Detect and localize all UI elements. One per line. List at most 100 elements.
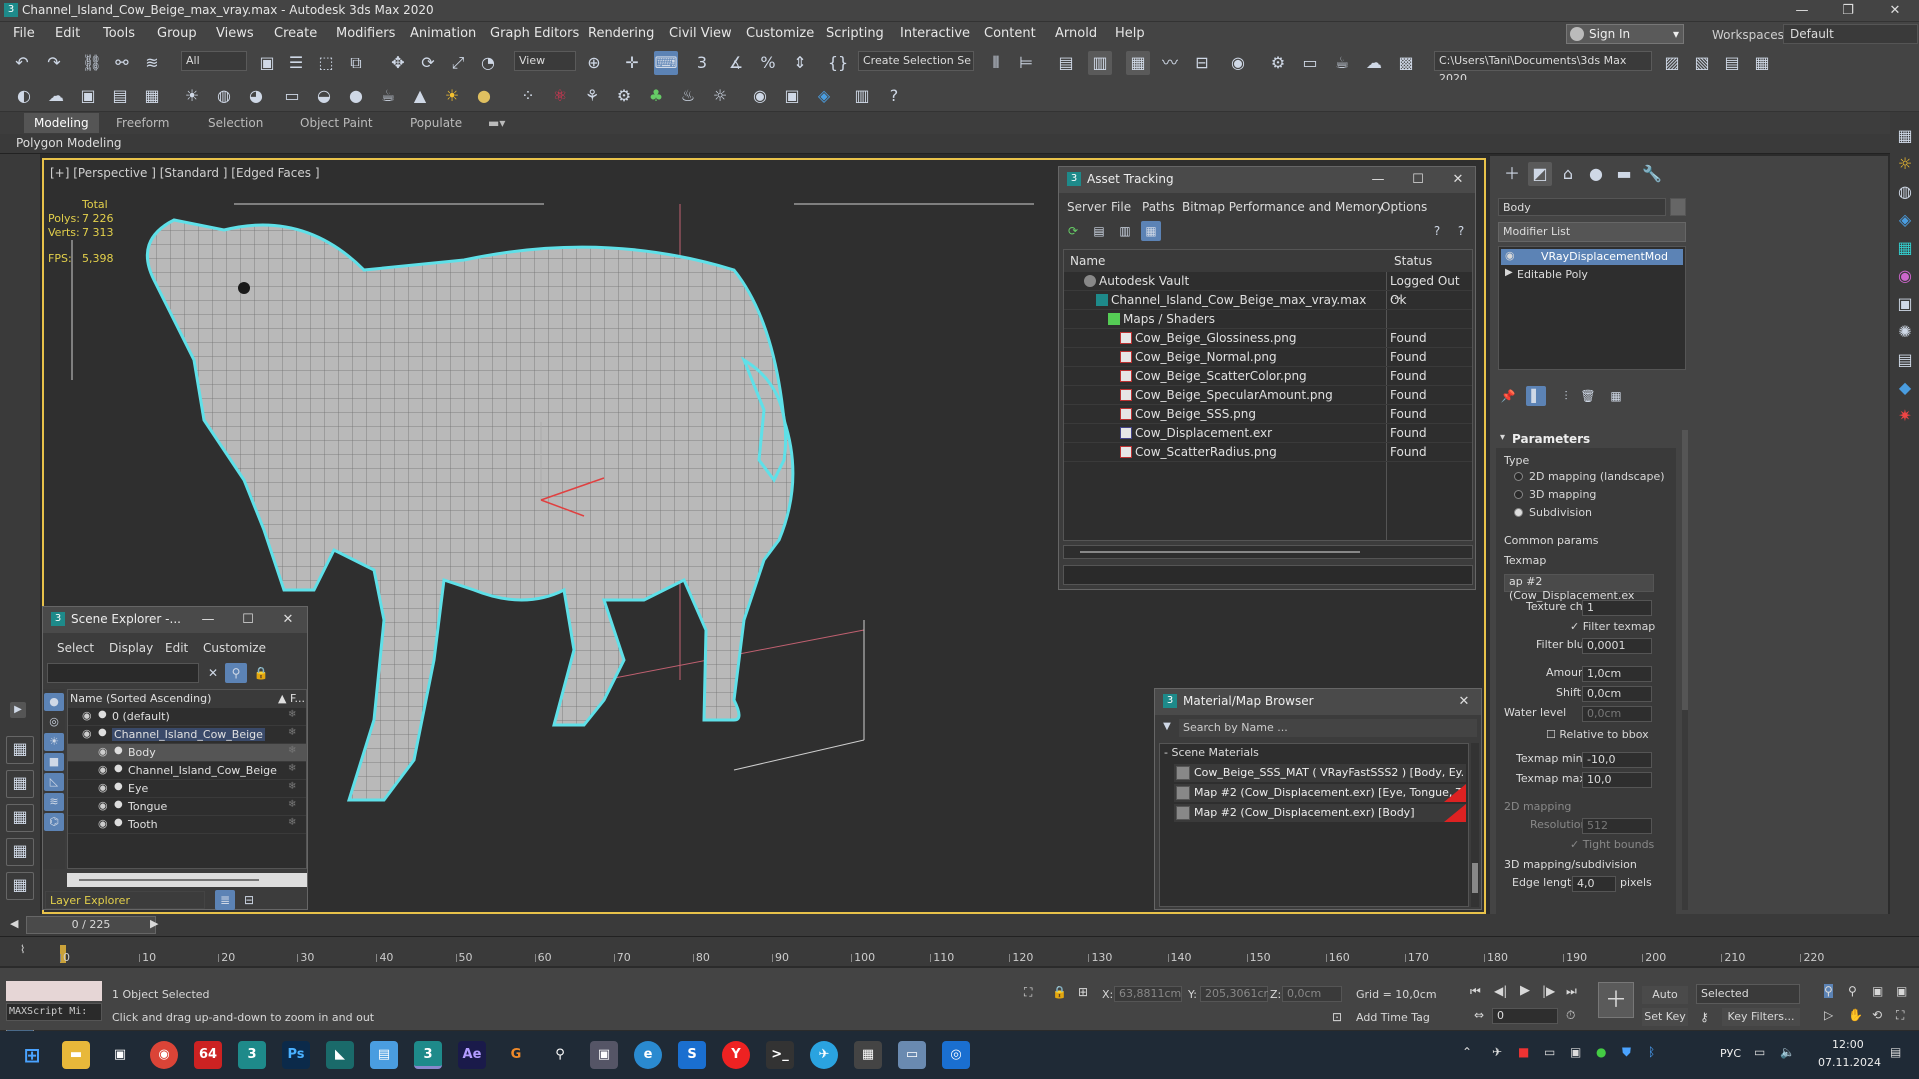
layer-options-icon[interactable]: ⊟ (239, 890, 259, 910)
texmap-min-spinner[interactable]: -10,0 (1582, 752, 1652, 768)
tree-view-icon[interactable]: ▥ (1115, 221, 1135, 241)
close-button[interactable]: ✕ (1449, 691, 1479, 713)
material-editor-icon[interactable]: ◉ (1226, 51, 1250, 75)
current-frame-field[interactable]: 0 (1492, 1008, 1558, 1024)
material-v-scrollbar[interactable] (1471, 743, 1479, 907)
tree-item[interactable]: ◉ ● Channel_Island_Cow_Beige ❄ (68, 762, 306, 780)
key-selection-dropdown[interactable]: Selected (1696, 984, 1800, 1004)
column-name[interactable]: Name (Sorted Ascending) (70, 692, 211, 705)
layer-toggle-icon[interactable]: ≣ (215, 890, 235, 910)
table-row[interactable]: Cow_Beige_Normal.png Found (1064, 348, 1472, 367)
tray-bluetooth-icon[interactable]: ᛒ (1648, 1045, 1655, 1059)
pivot-icon[interactable]: ⊕ (582, 51, 606, 75)
menu-content[interactable]: Content (984, 26, 1036, 41)
chrome-icon[interactable]: ◉ (150, 1041, 178, 1069)
scene-search-input[interactable] (47, 663, 199, 683)
scene-materials-group[interactable]: - Scene Materials (1164, 746, 1259, 759)
make-unique-icon[interactable]: ⫶ (1556, 386, 1576, 406)
maxscript-label[interactable]: MAXScript Mi: (6, 1003, 102, 1021)
zoom-extents-all-icon[interactable]: ▣ (1896, 984, 1907, 998)
calculator-icon[interactable]: ▦ (854, 1041, 882, 1069)
material-item[interactable]: Map #2 (Cow_Displacement.exr) [Eye, Tong… (1174, 784, 1466, 802)
edit-named-sets-icon[interactable]: {} (826, 51, 850, 75)
panel-v-scrollbar[interactable] (1682, 430, 1688, 910)
menu-file[interactable]: File (1111, 200, 1131, 214)
object-name-field[interactable]: Body (1498, 198, 1666, 216)
atom-icon[interactable]: ⚘ (580, 84, 604, 108)
telegram-icon[interactable]: ✈ (810, 1041, 838, 1069)
table-row[interactable]: Cow_Displacement.exr Found (1064, 424, 1472, 443)
menu-bitmap-performance[interactable]: Bitmap Performance and Memory (1182, 200, 1384, 214)
hierarchy-tab-icon[interactable]: ⌂ (1556, 162, 1580, 186)
menu-group[interactable]: Group (157, 26, 197, 41)
curve-editor-icon[interactable]: 〰 (1158, 51, 1182, 75)
polygon-modeling-label[interactable]: Polygon Modeling (16, 136, 122, 150)
keyboard-shortcut-icon[interactable]: ⌨ (654, 51, 678, 75)
selection-filter-dropdown[interactable]: All (181, 51, 247, 71)
eye-icon[interactable]: ◉ (98, 745, 108, 758)
network-icon[interactable]: ▭ (1754, 1045, 1765, 1059)
tree-item[interactable]: ◉ ● Tooth ❄ (68, 816, 306, 834)
column-flags[interactable]: ▲ F... (278, 692, 305, 705)
auto-key-button[interactable]: Auto Key (1642, 986, 1688, 1019)
pan-icon[interactable]: ✋ (1848, 1008, 1863, 1022)
menu-arnold[interactable]: Arnold (1055, 26, 1097, 41)
checker-icon[interactable]: ▦ (1893, 124, 1917, 148)
menu-paths[interactable]: Paths (1142, 200, 1175, 214)
viewport-layout-tab-3[interactable]: ▦ (6, 804, 34, 832)
select-object-icon[interactable]: ▣ (255, 51, 279, 75)
menu-tools[interactable]: Tools (103, 26, 135, 41)
scene-h-scrollbar[interactable] (67, 873, 307, 887)
maximize-button[interactable]: ❐ (1825, 0, 1871, 22)
notifications-icon[interactable]: ▤ (1890, 1045, 1901, 1059)
expand-arrow-icon[interactable]: ▶ (1505, 267, 1513, 278)
play-icon[interactable]: ▶ (1520, 983, 1530, 998)
table-row[interactable]: Cow_Beige_Glossiness.png Found (1064, 329, 1472, 348)
minimize-button[interactable]: — (193, 609, 223, 631)
viewport-layout-tab-1[interactable]: ▦ (6, 736, 34, 764)
close-button[interactable]: ✕ (273, 609, 303, 631)
render-production-icon[interactable]: ☕ (1330, 51, 1354, 75)
rendered-frame-icon[interactable]: ▭ (1298, 51, 1322, 75)
unlink-icon[interactable]: ⚯ (110, 51, 134, 75)
table-row[interactable]: Cow_Beige_ScatterColor.png Found (1064, 367, 1472, 386)
asset-tracking-header[interactable]: 3 Asset Tracking — ☐ ✕ (1059, 167, 1475, 193)
menu-customize[interactable]: Customize (203, 641, 266, 655)
tab-freeform[interactable]: Freeform (116, 116, 169, 130)
task-view-icon[interactable]: ▣ (106, 1041, 134, 1069)
eye-icon[interactable]: ◉ (82, 709, 92, 722)
menu-edit[interactable]: Edit (55, 26, 80, 41)
eye-icon[interactable]: ◉ (98, 781, 108, 794)
freeze-icon[interactable]: ❄ (288, 709, 296, 720)
radio-2d-mapping[interactable]: 2D mapping (landscape) (1514, 470, 1665, 483)
calculator-icon[interactable]: ▤ (108, 84, 132, 108)
select-manipulate-icon[interactable]: ✛ (620, 51, 644, 75)
vray-box-icon[interactable]: ▣ (1893, 292, 1917, 316)
relative-bbox-checkbox[interactable]: ☐ Relative to bbox (1546, 728, 1649, 741)
maximize-button[interactable]: ☐ (1403, 169, 1433, 191)
texture-chan-spinner[interactable]: 1 (1582, 600, 1652, 616)
close-button[interactable]: ✕ (1872, 0, 1918, 22)
tight-bounds-checkbox[interactable]: ✓ Tight bounds (1570, 838, 1654, 851)
viewport-layout-tab-5[interactable]: ▦ (6, 872, 34, 900)
minimize-button[interactable]: — (1779, 0, 1825, 22)
vray-light-icon[interactable]: ☼ (1893, 152, 1917, 176)
material-search-input[interactable]: Search by Name ... (1179, 719, 1477, 737)
eye-icon[interactable]: ◉ (98, 799, 108, 812)
eye-icon[interactable]: ◉ (98, 817, 108, 830)
lamp-icon[interactable]: ◕ (244, 84, 268, 108)
tree-item[interactable]: ◉ ● Eye ❄ (68, 780, 306, 798)
z-coordinate[interactable]: 0,0cm (1282, 986, 1342, 1002)
menu-edit[interactable]: Edit (165, 641, 188, 655)
snap-3d-icon[interactable]: 3 (690, 51, 714, 75)
render-cloud-icon[interactable]: ☁ (1362, 51, 1386, 75)
ribbon-options-icon[interactable]: ▬▾ (488, 116, 505, 130)
render-setup-icon[interactable]: ⚙ (1266, 51, 1290, 75)
remove-modifier-icon[interactable]: 🗑 (1578, 386, 1598, 406)
pin-stack-icon[interactable]: 📌 (1498, 386, 1518, 406)
move-icon[interactable]: ✥ (386, 51, 410, 75)
table-row[interactable]: Maps / Shaders (1064, 310, 1472, 329)
display-lights-icon[interactable]: ☀ (44, 733, 64, 751)
window-crossing-icon[interactable]: ⧉ (344, 51, 368, 75)
workspace-dropdown[interactable]: Default (1783, 24, 1918, 44)
